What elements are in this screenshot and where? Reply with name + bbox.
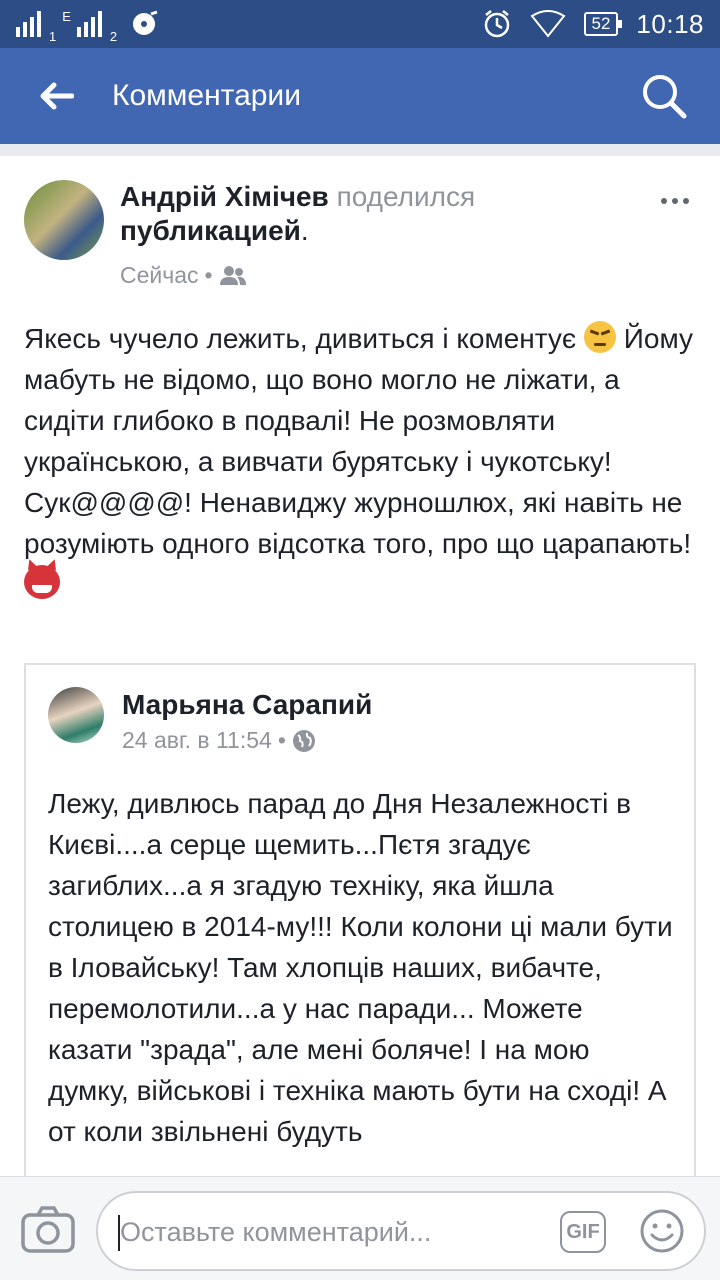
- back-button[interactable]: [28, 68, 84, 124]
- shared-post-text: Лежу, дивлюсь парад до Дня Незалежності …: [48, 788, 673, 1147]
- meta-dot: •: [204, 262, 213, 288]
- author-name[interactable]: Андрій Хімічев: [120, 181, 329, 212]
- post-header: Андрій Хімічев поделился публикацией. Се…: [0, 156, 720, 306]
- page-title: Комментарии: [112, 79, 301, 112]
- search-button[interactable]: [636, 68, 692, 124]
- signal-1-icon: [16, 11, 41, 37]
- shared-author-avatar[interactable]: [48, 687, 104, 743]
- sim1-label: 1: [49, 29, 57, 44]
- sim2-label: 2: [109, 29, 118, 44]
- angry-face-icon: [583, 321, 616, 353]
- author-avatar[interactable]: [24, 180, 104, 260]
- gif-button[interactable]: GIF: [560, 1211, 606, 1253]
- post: Андрій Хімічев поделился публикацией. Се…: [0, 156, 720, 1176]
- post-action-punct: .: [300, 215, 309, 246]
- friends-privacy-icon: [219, 265, 246, 285]
- shared-post-time[interactable]: 24 авг. в 11:54: [122, 727, 272, 754]
- comment-placeholder: Оставьте комментарий...: [120, 1217, 432, 1247]
- back-arrow-icon: [40, 82, 74, 110]
- header-bar: Комментарии: [0, 48, 720, 144]
- post-author-line: Андрій Хімічев поделился публикацией.: [120, 180, 640, 248]
- post-text-part1: Якесь чучело лежить, дивиться і коментує: [24, 323, 584, 354]
- sticker-button[interactable]: [638, 1207, 686, 1255]
- post-meta: Сейчас •: [120, 262, 247, 289]
- signal-indicators: 1 E 2: [16, 8, 159, 44]
- network-type: E: [62, 8, 71, 24]
- header-separator: [0, 144, 720, 156]
- shared-post[interactable]: Марьяна Сарапий 24 авг. в 11:54 • Лежу, …: [24, 663, 696, 1176]
- status-bar: 1 E 2 52 10:18: [0, 0, 720, 48]
- devil-face-icon: [24, 565, 60, 599]
- camera-icon: [21, 1206, 75, 1253]
- shared-object-link[interactable]: публикацией: [120, 215, 301, 246]
- post-action: поделился: [336, 181, 476, 212]
- more-options-button[interactable]: [650, 186, 700, 216]
- clock: 10:18: [636, 8, 704, 39]
- smiley-icon: [640, 1209, 684, 1253]
- signal-2-icon: [76, 11, 102, 37]
- battery-indicator: 52: [583, 12, 623, 36]
- alarm-icon: [484, 10, 509, 38]
- comment-input[interactable]: Оставьте комментарий... GIF: [96, 1191, 706, 1271]
- post-time[interactable]: Сейчас: [120, 262, 199, 289]
- disc-icon: [133, 10, 158, 35]
- search-icon: [643, 75, 687, 119]
- shared-author-name[interactable]: Марьяна Сарапий: [122, 689, 372, 721]
- camera-button[interactable]: [20, 1205, 76, 1255]
- globe-icon: [292, 729, 315, 752]
- comment-bar: Оставьте комментарий... GIF: [0, 1176, 720, 1280]
- post-text: Якесь чучело лежить, дивиться і коментує…: [24, 318, 694, 605]
- shared-post-meta: 24 авг. в 11:54 •: [122, 727, 316, 754]
- meta-dot: •: [277, 727, 286, 753]
- post-text-part2: Йому мабуть не відомо, що воно могло не …: [24, 323, 694, 559]
- wifi-icon: [530, 10, 565, 38]
